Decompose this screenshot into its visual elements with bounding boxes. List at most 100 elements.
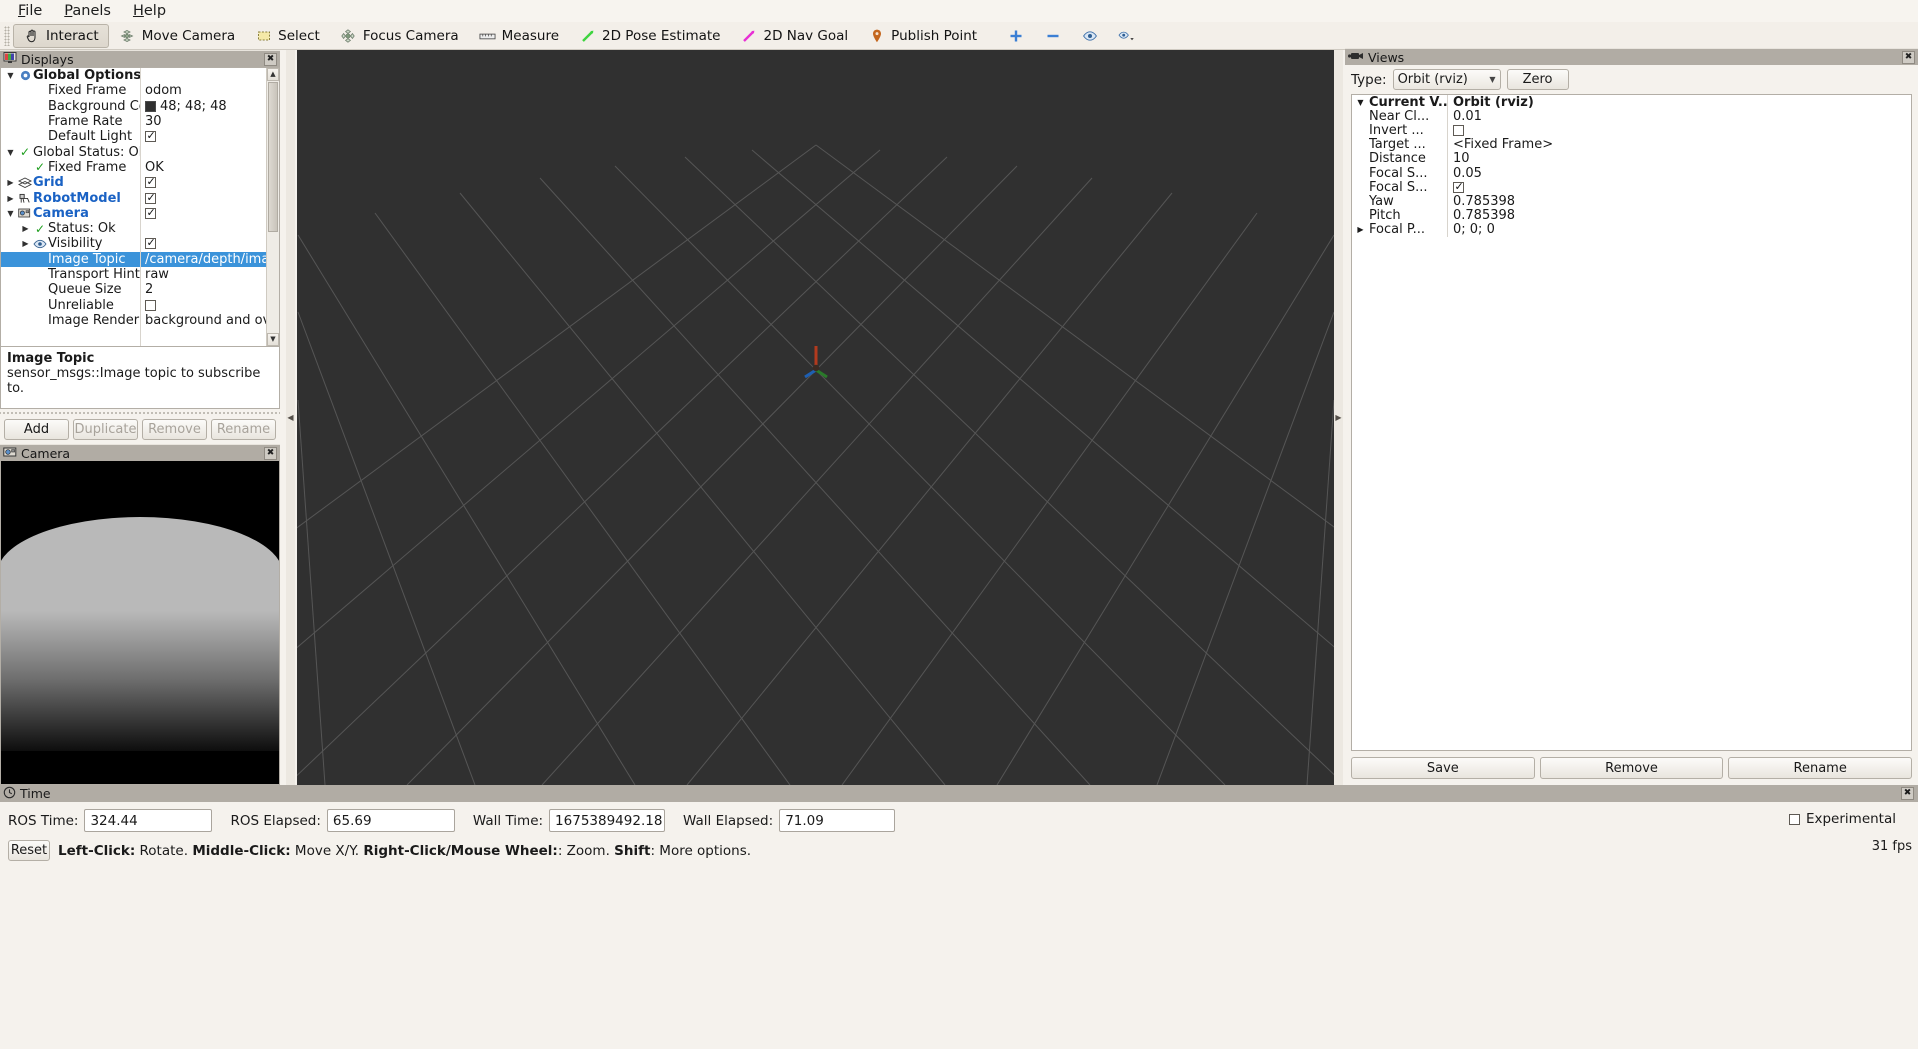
tool-select[interactable]: Select: [245, 24, 330, 48]
view-row-focal-p[interactable]: ▶ Focal P... 0; 0; 0: [1352, 222, 1911, 237]
duplicate-button[interactable]: Duplicate: [73, 419, 138, 440]
time-field-input[interactable]: 65.69: [326, 809, 455, 832]
views-remove-button[interactable]: Remove: [1539, 757, 1724, 779]
views-close-icon[interactable]: ✖: [1902, 50, 1915, 64]
chevron-right-icon[interactable]: ▶: [1352, 225, 1369, 234]
view-row-value-cell[interactable]: 0.01: [1447, 109, 1911, 124]
row-value-cell[interactable]: odom: [140, 83, 279, 99]
row-value-cell[interactable]: [140, 220, 279, 237]
tool-measure[interactable]: Measure: [469, 24, 569, 48]
row-value-cell[interactable]: /camera/depth/ima...: [140, 251, 279, 267]
chevron-right-icon[interactable]: ▶: [19, 239, 32, 248]
menu-file[interactable]: File: [8, 1, 52, 21]
views-save-button[interactable]: Save: [1351, 757, 1535, 779]
displays-tree[interactable]: ▼ Global Options Fixed Frame odom Background…: [0, 67, 280, 347]
left-dock-collapse-handle[interactable]: ◀: [286, 50, 295, 785]
experimental-toggle[interactable]: Experimental: [1788, 811, 1896, 827]
tool-interact[interactable]: Interact: [13, 23, 109, 48]
chevron-right-icon[interactable]: ▶: [19, 224, 32, 233]
3d-viewport[interactable]: [297, 50, 1334, 785]
view-row-pitch[interactable]: Pitch 0.785398: [1352, 208, 1911, 223]
tool-visibility-button[interactable]: [1071, 24, 1108, 48]
row-value-cell[interactable]: 48; 48; 48: [140, 98, 279, 114]
scroll-thumb[interactable]: [268, 82, 278, 232]
scroll-up-icon[interactable]: ▲: [267, 68, 279, 81]
row-checkbox[interactable]: [145, 191, 156, 204]
row-value-cell[interactable]: [140, 236, 279, 252]
chevron-right-icon[interactable]: ▶: [4, 178, 17, 187]
row-checkbox[interactable]: [145, 129, 156, 143]
experimental-checkbox[interactable]: [1788, 813, 1800, 825]
camera-image-view[interactable]: [0, 461, 280, 785]
view-row-focal-s[interactable]: Focal S...: [1352, 180, 1911, 195]
view-row-invert[interactable]: Invert ...: [1352, 123, 1911, 138]
row-value-cell[interactable]: 2: [140, 282, 279, 298]
view-row-value-cell[interactable]: Orbit (rviz): [1447, 95, 1911, 110]
row-value-cell[interactable]: raw: [140, 266, 279, 283]
scroll-down-icon[interactable]: ▼: [267, 333, 279, 346]
chevron-right-icon[interactable]: ▶: [4, 194, 17, 203]
row-value-cell[interactable]: [140, 144, 279, 160]
row-value-cell[interactable]: 30: [140, 113, 279, 130]
row-value-cell[interactable]: OK: [140, 159, 279, 176]
tool-move-camera[interactable]: Move Camera: [109, 24, 245, 48]
menu-help[interactable]: Help: [123, 1, 176, 21]
row-value-cell[interactable]: background and ov...: [140, 312, 279, 329]
tool-visibility-dropdown[interactable]: [1108, 24, 1145, 48]
remove-button[interactable]: Remove: [142, 419, 207, 440]
tool-remove-icon-button[interactable]: [1034, 24, 1071, 48]
displays-splitter[interactable]: [0, 409, 280, 416]
row-value-cell[interactable]: [140, 190, 279, 206]
row-value-cell[interactable]: [140, 129, 279, 145]
view-row-target[interactable]: Target ... <Fixed Frame>: [1352, 137, 1911, 152]
tool-publish-point[interactable]: Publish Point: [858, 24, 987, 48]
row-value-cell[interactable]: [140, 205, 279, 221]
add-button[interactable]: Add: [4, 419, 69, 440]
views-rename-button[interactable]: Rename: [1728, 757, 1913, 779]
zero-button[interactable]: Zero: [1506, 69, 1569, 90]
tool-focus-camera[interactable]: Focus Camera: [330, 24, 469, 48]
chevron-down-icon[interactable]: ▼: [4, 209, 17, 218]
chevron-down-icon[interactable]: ▼: [4, 148, 17, 157]
displays-close-icon[interactable]: ✖: [264, 52, 277, 66]
view-row-near-cl[interactable]: Near Cl... 0.01: [1352, 109, 1911, 124]
chevron-down-icon[interactable]: ▼: [4, 71, 17, 80]
reset-button[interactable]: Reset: [8, 840, 50, 861]
view-row-distance[interactable]: Distance 10: [1352, 151, 1911, 166]
tool-2d-pose-estimate[interactable]: 2D Pose Estimate: [569, 24, 730, 48]
displays-scrollbar[interactable]: ▲ ▼: [266, 68, 279, 346]
time-field-input[interactable]: 71.09: [779, 809, 896, 832]
row-checkbox[interactable]: [145, 206, 156, 219]
rename-button[interactable]: Rename: [211, 419, 276, 440]
row-checkbox[interactable]: [145, 299, 156, 311]
time-close-icon[interactable]: ✖: [1901, 787, 1914, 800]
row-value-cell[interactable]: [140, 297, 279, 313]
menu-panels[interactable]: Panels: [54, 1, 121, 21]
view-row-value-cell[interactable]: <Fixed Frame>: [1447, 137, 1911, 152]
row-checkbox[interactable]: [145, 175, 156, 189]
view-row-checkbox[interactable]: [1453, 180, 1464, 193]
view-row-value-cell[interactable]: 10: [1447, 151, 1911, 166]
time-field-input[interactable]: 324.44: [84, 809, 213, 832]
row-value-cell[interactable]: [140, 68, 279, 84]
view-row-value-cell[interactable]: 0.785398: [1447, 208, 1911, 223]
view-row-yaw[interactable]: Yaw 0.785398: [1352, 194, 1911, 209]
toolbar-drag-handle[interactable]: [4, 25, 10, 46]
view-row-value-cell[interactable]: 0.05: [1447, 166, 1911, 181]
tool-2d-nav-goal[interactable]: 2D Nav Goal: [731, 24, 859, 48]
views-property-tree[interactable]: ▼ Current V... Orbit (rviz) Near Cl... 0.01 I…: [1351, 94, 1912, 751]
chevron-down-icon[interactable]: ▼: [1352, 98, 1369, 107]
color-swatch[interactable]: [145, 100, 156, 112]
view-row-value-cell[interactable]: 0; 0; 0: [1447, 222, 1911, 237]
right-dock-collapse-handle[interactable]: ▶: [1334, 50, 1343, 785]
view-row-checkbox[interactable]: [1453, 124, 1464, 136]
view-row-value-cell[interactable]: [1447, 180, 1911, 195]
camera-close-icon[interactable]: ✖: [264, 446, 277, 460]
time-field-input[interactable]: 1675389492.18: [549, 809, 666, 832]
view-row-value-cell[interactable]: [1447, 123, 1911, 138]
view-row-current-v[interactable]: ▼ Current V... Orbit (rviz): [1352, 95, 1911, 110]
row-value-cell[interactable]: [140, 175, 279, 191]
view-type-select[interactable]: Orbit (rviz) ▼: [1392, 69, 1501, 90]
tool-add-icon-button[interactable]: [997, 24, 1034, 48]
view-row-focal-s[interactable]: Focal S... 0.05: [1352, 166, 1911, 181]
